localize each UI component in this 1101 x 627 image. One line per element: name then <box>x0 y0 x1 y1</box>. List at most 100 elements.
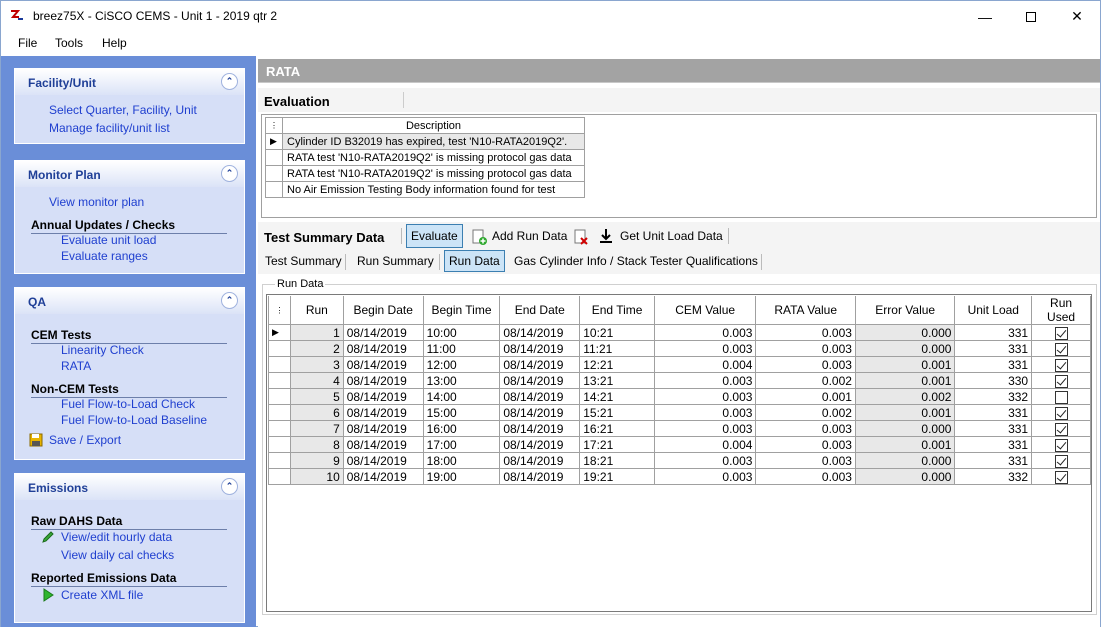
end-time-cell[interactable]: 16:21 <box>579 420 655 437</box>
error-value-cell[interactable]: 0.000 <box>854 420 956 437</box>
tab-gas-cylinder[interactable]: Gas Cylinder Info / Stack Tester Qualifi… <box>510 250 762 272</box>
begin-date-cell[interactable]: 08/14/2019 <box>342 436 424 453</box>
rata-value-cell[interactable]: 0.001 <box>755 388 856 405</box>
table-row[interactable]: 2 08/14/2019 11:00 08/14/2019 11:21 0.003 0.00… <box>268 340 1091 357</box>
end-time-cell[interactable]: 18:21 <box>579 452 655 469</box>
column-header[interactable]: Run <box>289 296 344 325</box>
begin-date-cell[interactable]: 08/14/2019 <box>342 356 424 373</box>
get-unit-load-button[interactable]: Get Unit Load Data <box>616 224 727 248</box>
end-date-cell[interactable]: 08/14/2019 <box>499 404 581 421</box>
end-date-cell[interactable]: 08/14/2019 <box>499 372 581 389</box>
rata-value-cell[interactable]: 0.003 <box>755 356 856 373</box>
unit-load-cell[interactable]: 330 <box>954 372 1033 389</box>
unit-load-cell[interactable]: 332 <box>954 388 1033 405</box>
evaluate-ranges-link[interactable]: Evaluate ranges <box>61 249 148 263</box>
collapse-icon[interactable]: ⌃ <box>221 478 238 495</box>
rata-value-cell[interactable]: 0.002 <box>755 404 856 421</box>
view-daily-cal-link[interactable]: View daily cal checks <box>61 548 174 562</box>
table-row[interactable]: 4 08/14/2019 13:00 08/14/2019 13:21 0.003 0.00… <box>268 372 1091 389</box>
collapse-icon[interactable]: ⌃ <box>221 165 238 182</box>
unit-load-cell[interactable]: 331 <box>954 340 1033 357</box>
evaluate-unit-load-link[interactable]: Evaluate unit load <box>61 233 156 247</box>
end-time-cell[interactable]: 14:21 <box>579 388 655 405</box>
collapse-icon[interactable]: ⌃ <box>221 73 238 90</box>
evaluation-grid[interactable]: ⋮ Description ▶ Cylinder ID B32019 has e… <box>261 114 1097 218</box>
rata-value-cell[interactable]: 0.003 <box>755 420 856 437</box>
cem-value-cell[interactable]: 0.003 <box>653 340 757 357</box>
begin-time-cell[interactable]: 16:00 <box>422 420 501 437</box>
rata-value-cell[interactable]: 0.002 <box>755 372 856 389</box>
end-time-cell[interactable]: 13:21 <box>579 372 655 389</box>
begin-date-cell[interactable]: 08/14/2019 <box>342 404 424 421</box>
begin-date-cell[interactable]: 08/14/2019 <box>342 388 424 405</box>
cem-value-cell[interactable]: 0.003 <box>653 388 757 405</box>
begin-time-cell[interactable]: 18:00 <box>422 452 501 469</box>
end-time-cell[interactable]: 17:21 <box>579 436 655 453</box>
facility-panel-header[interactable]: Facility/Unit ⌃ <box>15 69 244 95</box>
emissions-panel-header[interactable]: Emissions ⌃ <box>15 474 244 500</box>
run-used-checkbox[interactable] <box>1054 406 1068 420</box>
run-used-checkbox[interactable] <box>1054 358 1068 372</box>
end-time-cell[interactable]: 11:21 <box>579 340 655 357</box>
unit-load-cell[interactable]: 331 <box>954 436 1033 453</box>
menu-file[interactable]: File <box>18 36 37 50</box>
end-time-cell[interactable]: 19:21 <box>579 468 655 485</box>
begin-date-cell[interactable]: 08/14/2019 <box>342 372 424 389</box>
menu-help[interactable]: Help <box>102 36 127 50</box>
view-monitor-plan-link[interactable]: View monitor plan <box>49 195 144 209</box>
manage-facility-link[interactable]: Manage facility/unit list <box>49 121 170 135</box>
error-value-cell[interactable]: 0.000 <box>854 324 956 341</box>
cem-value-cell[interactable]: 0.003 <box>653 468 757 485</box>
table-row[interactable]: 10 08/14/2019 19:00 08/14/2019 19:21 0.003 0.0… <box>268 468 1091 485</box>
column-header[interactable]: Begin Time <box>422 296 501 325</box>
run-used-checkbox[interactable] <box>1054 454 1068 468</box>
table-row[interactable]: No Air Emission Testing Body information… <box>265 181 585 198</box>
run-data-grid[interactable]: ⋮ Run Begin Date Begin Time End Date End… <box>266 294 1092 612</box>
run-cell[interactable]: 7 <box>289 420 344 437</box>
close-button[interactable]: ✕ <box>1054 1 1100 32</box>
run-used-checkbox[interactable] <box>1054 390 1068 404</box>
tab-run-data[interactable]: Run Data <box>444 250 505 272</box>
cem-value-cell[interactable]: 0.004 <box>653 356 757 373</box>
delete-run-icon[interactable] <box>573 229 589 245</box>
end-time-cell[interactable]: 10:21 <box>579 324 655 341</box>
begin-date-cell[interactable]: 08/14/2019 <box>342 420 424 437</box>
begin-date-cell[interactable]: 08/14/2019 <box>342 452 424 469</box>
column-header[interactable]: Unit Load <box>954 296 1033 325</box>
run-used-checkbox[interactable] <box>1054 438 1068 452</box>
fuel-flow-baseline-link[interactable]: Fuel Flow-to-Load Baseline <box>61 413 207 427</box>
save-export-link[interactable]: Save / Export <box>49 433 121 447</box>
run-used-checkbox[interactable] <box>1054 326 1068 340</box>
menu-tools[interactable]: Tools <box>55 36 83 50</box>
tab-run-summary[interactable]: Run Summary <box>353 250 438 272</box>
column-header[interactable]: RATA Value <box>755 296 856 325</box>
evaluate-button[interactable]: Evaluate <box>406 224 463 248</box>
table-row[interactable]: 8 08/14/2019 17:00 08/14/2019 17:21 0.004 0.00… <box>268 436 1091 453</box>
end-date-cell[interactable]: 08/14/2019 <box>499 340 581 357</box>
view-hourly-data-link[interactable]: View/edit hourly data <box>61 530 172 544</box>
error-value-cell[interactable]: 0.001 <box>854 404 956 421</box>
run-cell[interactable]: 10 <box>289 468 344 485</box>
begin-time-cell[interactable]: 19:00 <box>422 468 501 485</box>
run-used-checkbox[interactable] <box>1054 342 1068 356</box>
begin-time-cell[interactable]: 10:00 <box>422 324 501 341</box>
error-value-cell[interactable]: 0.000 <box>854 452 956 469</box>
end-date-cell[interactable]: 08/14/2019 <box>499 324 581 341</box>
end-time-cell[interactable]: 15:21 <box>579 404 655 421</box>
begin-date-cell[interactable]: 08/14/2019 <box>342 340 424 357</box>
rata-value-cell[interactable]: 0.003 <box>755 452 856 469</box>
rata-link[interactable]: RATA <box>61 359 91 373</box>
end-date-cell[interactable]: 08/14/2019 <box>499 420 581 437</box>
cem-value-cell[interactable]: 0.003 <box>653 404 757 421</box>
begin-time-cell[interactable]: 15:00 <box>422 404 501 421</box>
unit-load-cell[interactable]: 331 <box>954 420 1033 437</box>
table-row[interactable]: 3 08/14/2019 12:00 08/14/2019 12:21 0.004 0.00… <box>268 356 1091 373</box>
end-date-cell[interactable]: 08/14/2019 <box>499 452 581 469</box>
error-value-cell[interactable]: 0.001 <box>854 356 956 373</box>
table-row[interactable]: 6 08/14/2019 15:00 08/14/2019 15:21 0.003 0.00… <box>268 404 1091 421</box>
table-row[interactable]: ▶ 1 08/14/2019 10:00 08/14/2019 10:21 0.003 0.0… <box>268 324 1091 341</box>
add-run-data-button[interactable]: Add Run Data <box>488 224 571 248</box>
monitor-plan-panel-header[interactable]: Monitor Plan ⌃ <box>15 161 244 187</box>
minimize-button[interactable]: — <box>962 1 1008 32</box>
cem-value-cell[interactable]: 0.003 <box>653 452 757 469</box>
